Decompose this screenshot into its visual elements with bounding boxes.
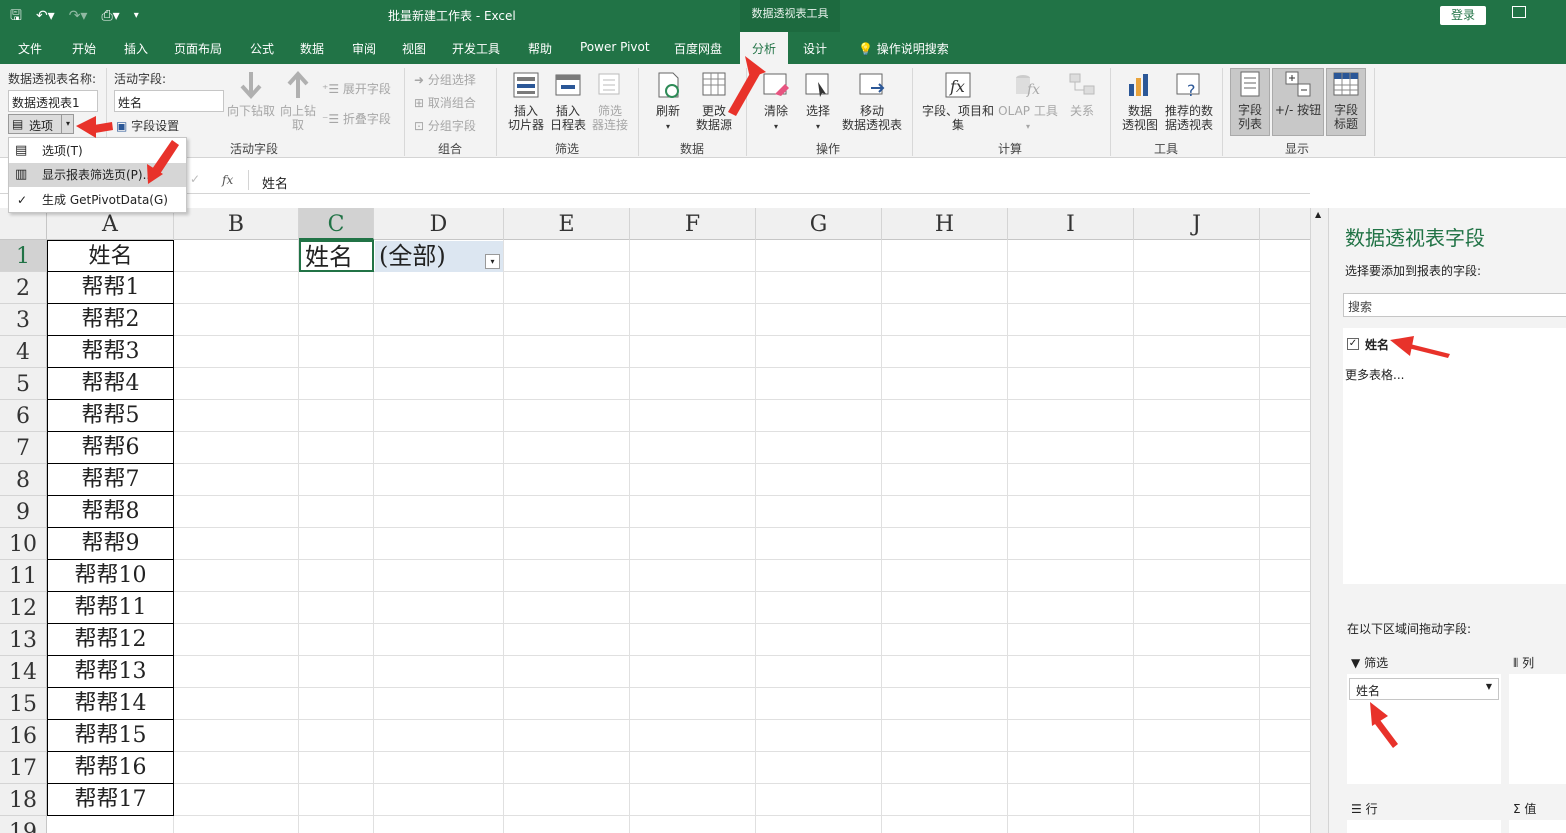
annotation-arrow-menu-item (147, 140, 179, 184)
annotation-arrows (76, 56, 1450, 748)
annotation-arrow-field (1390, 336, 1450, 358)
annotation-arrow-options (76, 116, 113, 138)
annotation-arrow-filter-area (1370, 702, 1398, 748)
annotation-arrow-analyze-tab (728, 56, 766, 116)
